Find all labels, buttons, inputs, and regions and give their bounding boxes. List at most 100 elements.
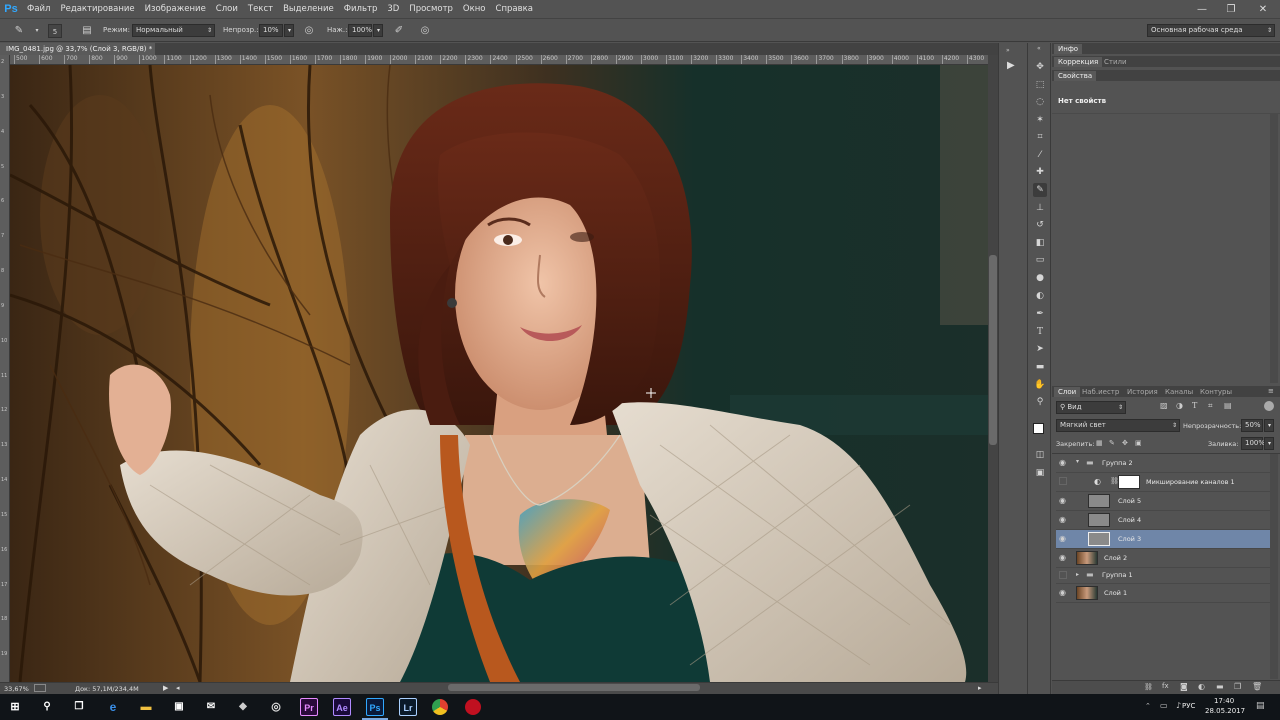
brush-tool-icon[interactable]: ✎ xyxy=(1033,183,1047,197)
lasso-tool-icon[interactable]: ◌ xyxy=(1033,95,1047,109)
eyedropper-tool-icon[interactable]: ⁄ xyxy=(1033,148,1047,162)
volume-icon[interactable]: ♪ xyxy=(1176,701,1181,710)
quick-select-tool-icon[interactable]: ✶ xyxy=(1033,113,1047,127)
workspace-select[interactable]: Основная рабочая среда ⇕ xyxy=(1147,24,1275,37)
move-tool-icon[interactable]: ✥ xyxy=(1033,60,1047,74)
chevron-down-icon[interactable]: ▾ xyxy=(30,24,44,38)
layer-mask-thumbnail[interactable] xyxy=(1118,475,1140,489)
history-brush-tool-icon[interactable]: ↺ xyxy=(1033,218,1047,232)
layer-name[interactable]: Группа 2 xyxy=(1102,459,1133,467)
eye-icon[interactable]: ◉ xyxy=(1059,458,1066,467)
menu-filter[interactable]: Фильтр xyxy=(339,0,383,18)
blend-mode-select[interactable]: Нормальный ⇕ xyxy=(132,24,215,37)
layer-name[interactable]: Слой 2 xyxy=(1104,554,1127,562)
tab-properties[interactable]: Свойства xyxy=(1054,71,1097,81)
file-explorer-icon[interactable]: ▬ xyxy=(137,698,155,716)
tab-info[interactable]: Инфо xyxy=(1054,44,1083,54)
layer-name[interactable]: Микширование каналов 1 xyxy=(1146,478,1235,486)
layer-row-layer-4[interactable]: ◉ Слой 4 xyxy=(1056,511,1273,530)
menu-edit[interactable]: Редактирование xyxy=(55,0,139,18)
menu-help[interactable]: Справка xyxy=(491,0,538,18)
after-effects-app-icon[interactable]: Ae xyxy=(333,698,351,716)
visibility-off-box[interactable] xyxy=(1059,477,1067,485)
tab-paths[interactable]: Контуры xyxy=(1196,387,1236,397)
language-indicator[interactable]: РУС xyxy=(1182,702,1195,710)
lightroom-app-icon[interactable]: Lr xyxy=(399,698,417,716)
group-expanded-icon[interactable]: ▾ xyxy=(1076,458,1079,465)
menu-view[interactable]: Просмотр xyxy=(404,0,458,18)
healing-brush-tool-icon[interactable]: ✚ xyxy=(1033,165,1047,179)
opacity-input[interactable]: 10% xyxy=(259,24,283,37)
fill-dropdown[interactable]: ▾ xyxy=(1264,437,1274,450)
collapse-arrows-icon[interactable]: » xyxy=(1006,47,1010,54)
foreground-color-swatch[interactable] xyxy=(1033,423,1044,434)
clone-stamp-tool-icon[interactable]: ⊥ xyxy=(1033,201,1047,215)
shape-tool-icon[interactable]: ▬ xyxy=(1033,360,1047,374)
trash-icon[interactable]: 🗑 xyxy=(1252,682,1262,691)
eraser-tool-icon[interactable]: ◧ xyxy=(1033,236,1047,250)
layer-style-icon[interactable]: fx xyxy=(1162,682,1169,690)
dodge-tool-icon[interactable]: ◐ xyxy=(1033,289,1047,303)
menu-file[interactable]: Файл xyxy=(22,0,55,18)
tab-layers[interactable]: Слои xyxy=(1054,387,1081,397)
layer-row-layer-3[interactable]: ◉ Слой 3 xyxy=(1056,530,1273,549)
layers-scrollbar[interactable] xyxy=(1270,454,1278,679)
blur-tool-icon[interactable]: ● xyxy=(1033,271,1047,285)
marquee-tool-icon[interactable]: ⬚ xyxy=(1033,78,1047,92)
clock-date[interactable]: 28.05.2017 xyxy=(1205,707,1245,715)
lock-transparency-icon[interactable]: ▦ xyxy=(1096,439,1103,447)
lock-position-icon[interactable]: ✥ xyxy=(1122,439,1128,447)
vertical-scroll-thumb[interactable] xyxy=(989,255,997,445)
windows-start-icon[interactable]: ⊞ xyxy=(6,698,24,716)
group-collapsed-icon[interactable]: ▸ xyxy=(1076,571,1079,578)
new-adjustment-icon[interactable]: ◐ xyxy=(1198,682,1205,691)
clock-time[interactable]: 17:40 xyxy=(1214,697,1234,705)
search-icon[interactable]: ⚲ xyxy=(38,698,56,716)
layer-opacity-dropdown[interactable]: ▾ xyxy=(1264,419,1274,432)
filter-toggle[interactable] xyxy=(1264,401,1274,411)
gradient-tool-icon[interactable]: ▭ xyxy=(1033,253,1047,267)
chrome-browser-icon[interactable] xyxy=(432,699,448,715)
brush-tool-icon[interactable]: ✎ xyxy=(12,24,26,38)
collapse-arrows-icon[interactable]: « xyxy=(1037,45,1041,52)
properties-scrollbar[interactable] xyxy=(1270,113,1278,383)
close-button[interactable]: ✕ xyxy=(1252,0,1274,18)
layer-name[interactable]: Слой 5 xyxy=(1118,497,1141,505)
eye-icon[interactable]: ◉ xyxy=(1059,588,1066,597)
scroll-right-icon[interactable]: ▸ xyxy=(978,684,982,692)
edge-browser-icon[interactable]: e xyxy=(104,698,122,716)
eye-icon[interactable]: ◉ xyxy=(1059,496,1066,505)
eye-icon[interactable]: ◉ xyxy=(1059,553,1066,562)
zoom-tool-icon[interactable]: ⚲ xyxy=(1033,395,1047,409)
panel-menu-icon[interactable]: ≡ xyxy=(1268,387,1274,395)
hand-tool-icon[interactable]: ✋ xyxy=(1033,378,1047,392)
photoshop-app-icon[interactable]: Ps xyxy=(366,698,384,716)
layer-row-group-2[interactable]: ◉ ▾ ▬ Группа 2 xyxy=(1056,454,1273,473)
new-layer-icon[interactable]: ❐ xyxy=(1234,682,1241,691)
new-group-icon[interactable]: ▬ xyxy=(1216,682,1224,691)
horizontal-scroll-thumb[interactable] xyxy=(448,684,700,691)
lock-all-icon[interactable]: ▣ xyxy=(1135,439,1142,447)
notifications-icon[interactable]: ▤ xyxy=(1256,701,1265,711)
layer-row-layer-2[interactable]: ◉ Слой 2 xyxy=(1056,549,1273,568)
tab-history[interactable]: История xyxy=(1123,387,1162,397)
flow-dropdown[interactable]: ▾ xyxy=(373,24,383,37)
link-layers-icon[interactable]: ⛓ xyxy=(1144,683,1153,691)
tab-styles[interactable]: Стили xyxy=(1100,57,1131,67)
recorder-app-icon[interactable] xyxy=(465,699,481,715)
zoom-level[interactable]: 33,67% xyxy=(4,685,29,693)
menu-type[interactable]: Текст xyxy=(243,0,278,18)
layer-row-layer-1[interactable]: ◉ Слой 1 xyxy=(1056,584,1273,603)
path-select-tool-icon[interactable]: ➤ xyxy=(1033,342,1047,356)
filter-shape-icon[interactable]: ⌗ xyxy=(1208,401,1213,411)
minimize-button[interactable]: — xyxy=(1191,0,1213,18)
scroll-left-icon[interactable]: ◂ xyxy=(176,684,180,692)
store-icon[interactable]: ▣ xyxy=(170,698,188,716)
layer-blend-mode-select[interactable]: Мягкий свет ⇕ xyxy=(1056,419,1180,432)
maximize-button[interactable]: ❐ xyxy=(1220,0,1242,18)
brush-panel-icon[interactable]: ▤ xyxy=(80,24,94,38)
layer-row-layer-5[interactable]: ◉ Слой 5 xyxy=(1056,492,1273,511)
layer-opacity-input[interactable]: 50% xyxy=(1241,419,1263,432)
menu-layers[interactable]: Слои xyxy=(211,0,243,18)
filter-smart-icon[interactable]: ▤ xyxy=(1224,401,1232,410)
